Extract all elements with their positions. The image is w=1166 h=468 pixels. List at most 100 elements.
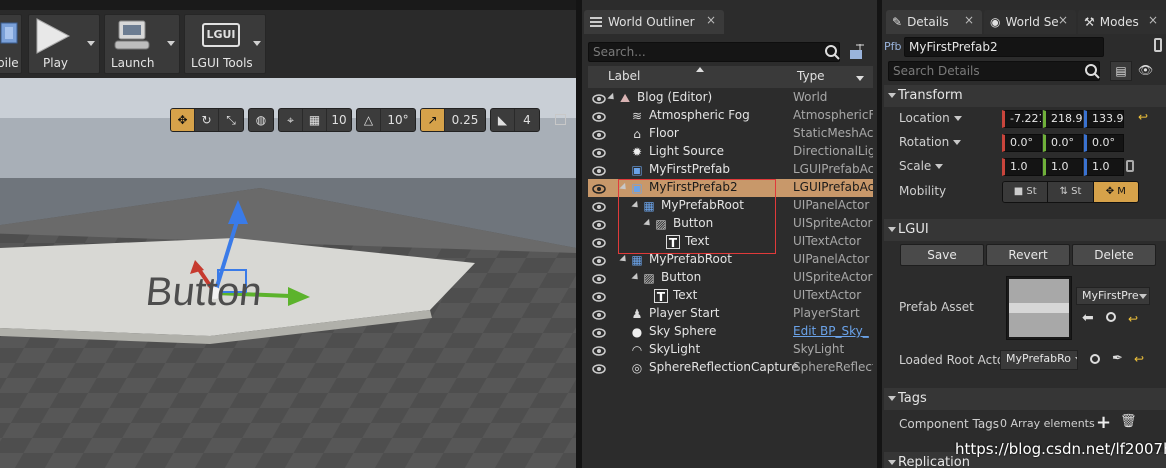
lgui-section-header[interactable]: LGUI [884, 219, 1166, 241]
visibility-eye-icon[interactable] [592, 327, 606, 338]
rotate-mode-icon[interactable]: ↻ [195, 109, 219, 131]
reset-loaded-root-icon[interactable]: ↩ [1134, 352, 1144, 366]
visibility-eye-icon[interactable] [592, 309, 606, 320]
outliner-row[interactable]: ◎ SphereReflectionCapture SphereReflect [588, 359, 873, 377]
surface-snap-icon[interactable]: ⌖ [279, 109, 303, 131]
compile-button[interactable]: pile [0, 14, 22, 74]
outliner-row[interactable]: ♟ Player Start PlayerStart [588, 305, 873, 323]
visibility-eye-icon[interactable] [592, 201, 606, 212]
rotation-y-field[interactable]: 0.0° [1043, 134, 1083, 152]
location-x-field[interactable]: -7.221 [1002, 110, 1042, 128]
visibility-eye-icon[interactable] [592, 165, 606, 176]
rotation-label[interactable]: Rotation [899, 135, 962, 149]
outliner-row-type-link[interactable]: Edit BP_Sky_ [793, 324, 873, 338]
location-y-field[interactable]: 218.97 [1043, 110, 1083, 128]
scale-label[interactable]: Scale [899, 159, 944, 173]
tab-modes[interactable]: ⚒ Modes × [1078, 10, 1166, 34]
rotation-x-field[interactable]: 0.0° [1002, 134, 1042, 152]
lock-icon[interactable] [1154, 38, 1162, 52]
details-search-input[interactable]: Search Details [888, 61, 1100, 81]
translate-mode-icon[interactable]: ✥ [171, 109, 195, 131]
scale-x-field[interactable]: 1.0 [1002, 158, 1042, 176]
outliner-row[interactable]: ▨ Button UISpriteActor [588, 215, 873, 233]
tab-details[interactable]: ✎ Details × [886, 10, 982, 34]
prefab-asset-chevron-down-icon[interactable] [1139, 294, 1147, 299]
visibility-eye-icon[interactable] [592, 219, 606, 230]
camera-speed-icon[interactable]: ◣ [491, 109, 515, 131]
expand-chevron-icon[interactable] [607, 92, 617, 103]
tab-world-outliner[interactable]: World Outliner × [584, 10, 724, 34]
browse-search-icon[interactable] [1106, 312, 1116, 322]
visibility-eye-icon[interactable] [592, 237, 606, 248]
outliner-row[interactable]: ● Sky Sphere Edit BP_Sky_ [588, 323, 873, 341]
outliner-row[interactable]: ▨ Button UISpriteActor [588, 269, 873, 287]
visibility-eye-icon[interactable] [592, 255, 606, 266]
loaded-root-dropdown[interactable]: MyPrefabRo [1000, 350, 1078, 370]
scale-snap-value[interactable]: 0.25 [445, 109, 485, 131]
launch-dropdown-arrow-icon[interactable] [167, 41, 175, 46]
world-space-icon[interactable]: ◍ [249, 109, 273, 131]
reset-location-icon[interactable]: ↩ [1138, 110, 1148, 124]
use-selected-arrow-icon[interactable]: ⬅ [1082, 310, 1094, 326]
eyedropper-icon[interactable]: ✒ [1112, 351, 1123, 366]
outliner-row[interactable]: ▣ MyFirstPrefab LGUIPrefabAc [588, 161, 873, 179]
outliner-row[interactable]: ▦ MyPrefabRoot UIPanelActor [588, 251, 873, 269]
scale-snap-icon[interactable]: ↗ [421, 109, 445, 131]
visibility-eye-icon[interactable]: 👁 [1138, 61, 1164, 81]
browse-search-icon[interactable] [1090, 354, 1100, 364]
expand-chevron-icon[interactable] [619, 254, 629, 265]
mobility-stationary-button[interactable]: ⇅ St [1048, 182, 1094, 202]
close-icon[interactable]: × [706, 13, 716, 27]
rotation-z-field[interactable]: 0.0° [1084, 134, 1124, 152]
outliner-row[interactable]: T Text UITextActor [588, 233, 873, 251]
rotation-snap-value[interactable]: 10° [381, 109, 415, 131]
maximize-viewport-icon[interactable] [555, 114, 566, 125]
outliner-row[interactable]: ◠ SkyLight SkyLight [588, 341, 873, 359]
visibility-eye-icon[interactable] [592, 363, 606, 374]
expand-chevron-icon[interactable] [619, 182, 629, 193]
location-z-field[interactable]: 133.99 [1084, 110, 1124, 128]
trash-icon[interactable]: 🗑 [1120, 414, 1137, 429]
outliner-search-input[interactable]: Search... [588, 42, 840, 62]
scale-mode-icon[interactable]: ⤡ [219, 109, 243, 131]
mobility-static-button[interactable]: ■ St [1003, 182, 1049, 202]
grid-size-value[interactable]: 10 [327, 109, 351, 131]
visibility-eye-icon[interactable] [592, 345, 606, 356]
prefab-save-button[interactable]: Save [900, 244, 984, 266]
visibility-eye-icon[interactable] [592, 291, 606, 302]
launch-button[interactable]: Launch [104, 14, 180, 74]
expand-chevron-icon[interactable] [643, 218, 653, 229]
column-options-chevron-down-icon[interactable] [856, 76, 864, 81]
visibility-eye-icon[interactable] [592, 129, 606, 140]
expand-chevron-icon[interactable] [631, 200, 641, 211]
outliner-row[interactable]: ▦ MyPrefabRoot UIPanelActor [588, 197, 873, 215]
scale-lock-icon[interactable] [1126, 160, 1134, 172]
grid-snap-icon[interactable]: ▦ [303, 109, 327, 131]
scale-y-field[interactable]: 1.0 [1043, 158, 1083, 176]
lgui-tools-dropdown-arrow-icon[interactable] [253, 41, 261, 46]
expand-chevron-icon[interactable] [631, 272, 641, 283]
visibility-eye-icon[interactable] [592, 273, 606, 284]
play-dropdown-arrow-icon[interactable] [87, 41, 95, 46]
close-icon[interactable]: × [1148, 13, 1158, 27]
outliner-row[interactable]: ⌂ Floor StaticMeshAc [588, 125, 873, 143]
rotation-snap-icon[interactable]: △ [357, 109, 381, 131]
outliner-row[interactable]: ≋ Atmospheric Fog AtmosphericF [588, 107, 873, 125]
lgui-tools-button[interactable]: LGUI LGUI Tools [184, 14, 266, 74]
property-matrix-icon[interactable]: ▤ [1110, 61, 1132, 81]
transform-section-header[interactable]: Transform [884, 85, 1166, 107]
prefab-delete-button[interactable]: Delete [1072, 244, 1156, 266]
scale-z-field[interactable]: 1.0 [1084, 158, 1124, 176]
tab-world-settings[interactable]: ◉ World Se × [984, 10, 1076, 34]
view-options-icon[interactable] [848, 44, 866, 60]
close-icon[interactable]: × [1058, 13, 1068, 27]
prefab-asset-thumbnail[interactable] [1006, 276, 1072, 340]
location-label[interactable]: Location [899, 111, 962, 125]
object-name-field[interactable]: MyFirstPrefab2 [904, 37, 1104, 57]
outliner-row[interactable]: T Text UITextActor [588, 287, 873, 305]
visibility-eye-icon[interactable] [592, 183, 606, 194]
close-icon[interactable]: × [964, 13, 974, 27]
camera-speed-value[interactable]: 4 [515, 109, 539, 131]
visibility-eye-icon[interactable] [592, 93, 606, 104]
column-label[interactable]: Label [608, 69, 640, 83]
